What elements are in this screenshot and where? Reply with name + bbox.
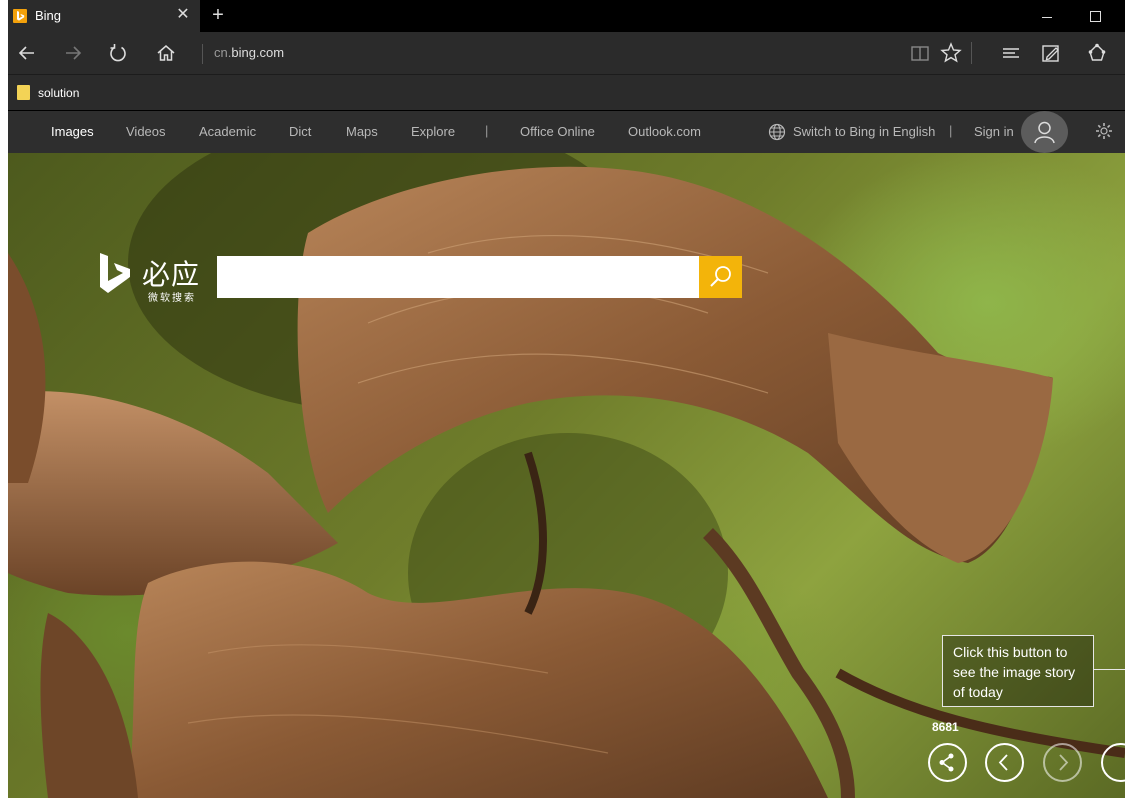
forward-icon bbox=[66, 46, 82, 60]
back-button[interactable] bbox=[14, 40, 40, 66]
favorites-bar: solution bbox=[8, 74, 1125, 110]
nav-outlook[interactable]: Outlook.com bbox=[628, 124, 701, 139]
web-note-icon bbox=[1042, 45, 1059, 62]
tab-close-button[interactable]: ✕ bbox=[173, 5, 193, 25]
forward-button[interactable] bbox=[60, 40, 86, 66]
nav-videos[interactable]: Videos bbox=[126, 124, 166, 139]
home-button[interactable] bbox=[153, 40, 179, 66]
nav-maps[interactable]: Maps bbox=[346, 124, 378, 139]
logo-subtitle: 微软搜索 bbox=[148, 293, 196, 304]
chevron-left-icon bbox=[998, 754, 1008, 771]
share-image-button[interactable] bbox=[928, 743, 967, 782]
minimize-button[interactable] bbox=[1036, 6, 1058, 26]
title-bar: Bing ✕ + bbox=[8, 0, 1125, 32]
avatar[interactable] bbox=[1021, 111, 1068, 153]
address-bar: cn.bing.com bbox=[8, 32, 1125, 74]
share-count: 8681 bbox=[932, 720, 959, 734]
search-button[interactable] bbox=[699, 256, 742, 298]
chevron-right-icon bbox=[1059, 754, 1069, 771]
hero-background-image: 必应 微软搜索 Click this button to see the ima… bbox=[8, 153, 1125, 798]
address-input[interactable]: cn.bing.com bbox=[214, 45, 284, 60]
url-prefix: cn. bbox=[214, 45, 232, 60]
nav-academic[interactable]: Academic bbox=[199, 124, 256, 139]
previous-image-button[interactable] bbox=[985, 743, 1024, 782]
settings-button[interactable] bbox=[1094, 121, 1114, 141]
favorite-star-icon bbox=[940, 42, 962, 63]
tab-title: Bing bbox=[35, 8, 62, 23]
maximize-button[interactable] bbox=[1084, 6, 1106, 26]
hub-button[interactable] bbox=[998, 40, 1024, 66]
nav-dict[interactable]: Dict bbox=[289, 124, 311, 139]
refresh-icon bbox=[110, 44, 126, 62]
bing-favicon-icon bbox=[13, 9, 27, 23]
sign-in-link[interactable]: Sign in bbox=[974, 124, 1014, 139]
gear-icon bbox=[1096, 123, 1112, 139]
toolbar-separator bbox=[971, 42, 972, 64]
globe-icon bbox=[768, 123, 786, 141]
url-domain: bing.com bbox=[231, 45, 285, 60]
address-separator bbox=[202, 44, 203, 64]
share-button[interactable] bbox=[1084, 40, 1110, 66]
tab-bing[interactable]: Bing ✕ bbox=[8, 0, 200, 32]
next-image-button[interactable] bbox=[1043, 743, 1082, 782]
nav-office-online[interactable]: Office Online bbox=[520, 124, 595, 139]
user-icon bbox=[1034, 121, 1055, 144]
home-icon bbox=[157, 45, 175, 61]
refresh-button[interactable] bbox=[105, 40, 131, 66]
nav-images[interactable]: Images bbox=[51, 124, 94, 139]
new-tab-button[interactable]: + bbox=[206, 4, 230, 28]
nav-explore[interactable]: Explore bbox=[411, 124, 455, 139]
web-note-button[interactable] bbox=[1038, 40, 1064, 66]
bing-logo-icon bbox=[100, 253, 130, 293]
search-icon bbox=[710, 266, 731, 287]
share-icon bbox=[1088, 43, 1106, 61]
header-divider: | bbox=[949, 123, 953, 138]
bing-header: Images Videos Academic Dict Maps Explore… bbox=[8, 111, 1125, 153]
switch-language-link[interactable]: Switch to Bing in English bbox=[793, 124, 935, 139]
folder-icon bbox=[17, 85, 30, 100]
reading-view-button[interactable] bbox=[907, 40, 933, 66]
browser-window: Bing ✕ + cn.bing.com solution Images Vid… bbox=[8, 0, 1125, 798]
back-icon bbox=[18, 46, 34, 60]
share-icon bbox=[939, 753, 954, 772]
logo-name: 必应 bbox=[142, 258, 201, 291]
favorite-label: solution bbox=[38, 86, 80, 100]
reading-view-icon bbox=[911, 46, 929, 61]
favorite-button[interactable] bbox=[938, 40, 964, 66]
hub-icon bbox=[1003, 48, 1019, 58]
nav-divider: | bbox=[485, 123, 489, 138]
tooltip-connector bbox=[1094, 669, 1125, 670]
search-input[interactable] bbox=[217, 256, 699, 298]
bing-logo[interactable]: 必应 微软搜索 bbox=[96, 251, 206, 307]
image-story-tooltip: Click this button to see the image story… bbox=[942, 635, 1094, 707]
